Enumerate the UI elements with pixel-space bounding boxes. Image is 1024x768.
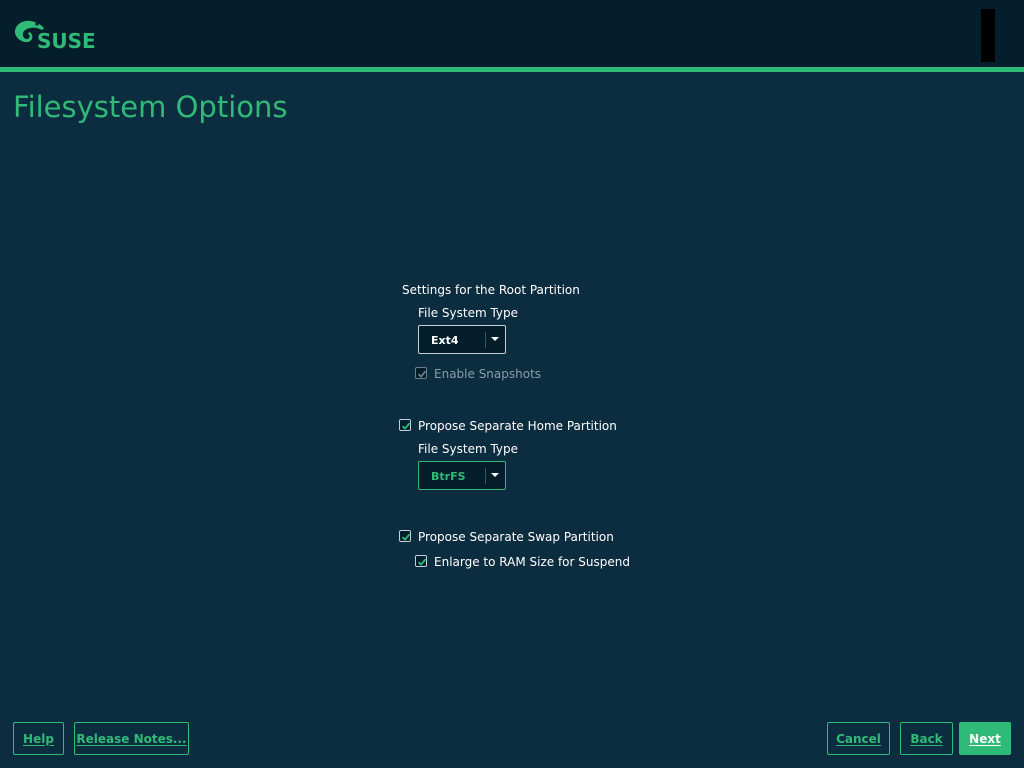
enable-snapshots-checkbox[interactable]: [415, 367, 427, 379]
enable-snapshots-label: Enable Snapshots: [434, 367, 542, 381]
suse-logo: SUSE: [13, 18, 96, 54]
page-title: Filesystem Options: [13, 90, 288, 124]
cancel-button[interactable]: Cancel: [827, 722, 890, 755]
top-right-indicator: [981, 9, 995, 62]
logo-text: SUSE: [37, 29, 96, 53]
root-fs-type-value: Ext4: [431, 334, 459, 347]
check-icon: [417, 370, 427, 378]
home-fs-type-value: BtrFS: [431, 470, 466, 483]
root-fs-type-label: File System Type: [418, 306, 519, 320]
chevron-down-icon: [491, 337, 499, 341]
root-partition-section-label: Settings for the Root Partition: [402, 283, 580, 297]
propose-home-partition-label: Propose Separate Home Partition: [418, 419, 617, 433]
home-fs-type-combo[interactable]: BtrFS: [418, 461, 506, 490]
release-notes-button[interactable]: Release Notes...: [74, 722, 189, 755]
root-fs-type-combo[interactable]: Ext4: [418, 325, 506, 354]
combo-divider: [485, 332, 486, 348]
propose-swap-partition-label: Propose Separate Swap Partition: [418, 530, 614, 544]
combo-divider: [485, 468, 486, 484]
check-icon: [417, 558, 427, 566]
check-icon: [401, 422, 411, 430]
header-accent-line: [0, 67, 1024, 72]
home-fs-type-label: File System Type: [418, 442, 519, 456]
back-button[interactable]: Back: [900, 722, 953, 755]
propose-home-partition-checkbox[interactable]: [399, 419, 411, 431]
top-bar: SUSE: [0, 0, 1024, 67]
enlarge-ram-suspend-checkbox[interactable]: [415, 555, 427, 567]
enlarge-ram-suspend-label: Enlarge to RAM Size for Suspend: [434, 555, 630, 569]
propose-swap-partition-checkbox[interactable]: [399, 530, 411, 542]
chevron-down-icon: [491, 473, 499, 477]
next-button[interactable]: Next: [959, 722, 1011, 755]
help-button[interactable]: Help: [13, 722, 64, 755]
check-icon: [401, 533, 411, 541]
